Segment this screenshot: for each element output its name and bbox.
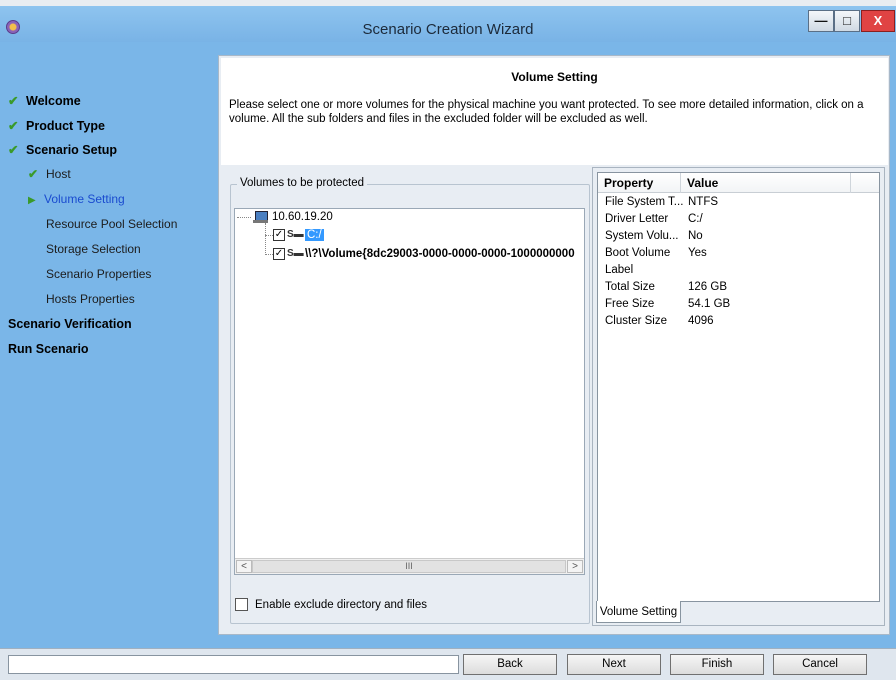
column-header-property[interactable]: Property xyxy=(598,173,681,193)
cancel-button[interactable]: Cancel xyxy=(773,654,867,675)
wizard-window: Scenario Creation Wizard — □ X ✔ Welcome … xyxy=(0,0,896,680)
title-bar: Scenario Creation Wizard — □ X xyxy=(0,6,896,42)
column-header-value[interactable]: Value xyxy=(681,173,851,193)
volume-checkbox[interactable]: ✓ xyxy=(273,248,285,260)
step-host: ✔ Host xyxy=(28,167,71,181)
volumes-groupbox: Volumes to be protected 10.60.19.20 ✓ S▬… xyxy=(230,177,590,624)
page-title: Volume Setting xyxy=(511,70,598,84)
page-description: Please select one or more volumes for th… xyxy=(229,99,864,125)
property-row[interactable]: Driver Letter C:/ xyxy=(598,211,879,228)
tree-volume-node[interactable]: ✓ S▬ \\?\Volume{8dc29003-0000-0000-0000-… xyxy=(273,248,575,260)
property-row[interactable]: Free Size 54.1 GB xyxy=(598,296,879,313)
checkmark-icon: ✔ xyxy=(8,143,19,157)
status-field xyxy=(8,655,459,674)
scrollbar-thumb[interactable]: III xyxy=(252,560,566,573)
step-resource-pool-selection: Resource Pool Selection xyxy=(46,217,178,231)
next-button[interactable]: Next xyxy=(567,654,661,675)
properties-panel: Property Value File System T... NTFS Dri… xyxy=(592,167,885,626)
step-storage-selection: Storage Selection xyxy=(46,242,141,256)
volume-icon: S▬ xyxy=(287,229,304,240)
tab-volume-setting[interactable]: Volume Setting xyxy=(596,601,681,623)
volume-checkbox[interactable]: ✓ xyxy=(273,229,285,241)
step-scenario-setup: ✔ Scenario Setup xyxy=(8,143,117,157)
property-row[interactable]: Cluster Size 4096 xyxy=(598,313,879,330)
wizard-footer: Back Next Finish Cancel xyxy=(0,648,896,680)
minimize-button[interactable]: — xyxy=(808,10,834,32)
computer-icon xyxy=(253,211,269,223)
step-welcome: ✔ Welcome xyxy=(8,94,81,108)
step-hosts-properties: Hosts Properties xyxy=(46,292,135,306)
step-volume-setting: ▶ Volume Setting xyxy=(28,192,125,206)
step-scenario-properties: Scenario Properties xyxy=(46,267,152,281)
step-product-type: ✔ Product Type xyxy=(8,119,105,133)
close-button[interactable]: X xyxy=(861,10,895,32)
scroll-right-arrow-icon[interactable]: > xyxy=(567,560,583,573)
back-button[interactable]: Back xyxy=(463,654,557,675)
exclude-checkbox[interactable] xyxy=(235,598,248,611)
property-row[interactable]: File System T... NTFS xyxy=(598,194,879,211)
wizard-content-panel: Volume Setting Please select one or more… xyxy=(218,55,890,635)
property-row[interactable]: Label xyxy=(598,262,879,279)
wizard-steps-sidebar: ✔ Welcome ✔ Product Type ✔ Scenario Setup ✔… xyxy=(8,55,218,635)
exclude-option[interactable]: Enable exclude directory and files xyxy=(235,598,427,611)
finish-button[interactable]: Finish xyxy=(670,654,764,675)
property-row[interactable]: Total Size 126 GB xyxy=(598,279,879,296)
property-row[interactable]: System Volu... No xyxy=(598,228,879,245)
tree-connector xyxy=(265,223,266,255)
tree-connector xyxy=(265,235,273,236)
tree-host-node[interactable]: 10.60.19.20 xyxy=(253,211,333,223)
checkmark-icon: ✔ xyxy=(8,119,19,133)
properties-header: Property Value xyxy=(598,173,879,193)
page-header: Volume Setting Please select one or more… xyxy=(221,58,888,165)
volume-label: C:/ xyxy=(305,229,324,241)
volumes-tree[interactable]: 10.60.19.20 ✓ S▬ C:/ ✓ S▬ \\?\Volume{8dc… xyxy=(234,208,585,575)
maximize-button[interactable]: □ xyxy=(834,10,860,32)
checkmark-icon: ✔ xyxy=(28,167,39,181)
property-row[interactable]: Boot Volume Yes xyxy=(598,245,879,262)
volume-icon: S▬ xyxy=(287,248,304,259)
tree-connector xyxy=(265,254,273,255)
volumes-group-label: Volumes to be protected xyxy=(237,177,368,189)
window-title: Scenario Creation Wizard xyxy=(362,21,534,38)
tree-horizontal-scrollbar[interactable]: < III > xyxy=(235,558,584,574)
tree-volume-node[interactable]: ✓ S▬ C:/ xyxy=(273,229,324,241)
step-run-scenario: Run Scenario xyxy=(8,342,89,356)
tree-connector xyxy=(237,217,251,218)
exclude-label: Enable exclude directory and files xyxy=(255,598,427,611)
checkmark-icon: ✔ xyxy=(8,94,19,108)
properties-list[interactable]: Property Value File System T... NTFS Dri… xyxy=(597,172,880,602)
current-step-arrow-icon: ▶ xyxy=(28,195,36,206)
step-scenario-verification: Scenario Verification xyxy=(8,317,132,331)
scroll-left-arrow-icon[interactable]: < xyxy=(236,560,252,573)
volume-label: \\?\Volume{8dc29003-0000-0000-0000-10000… xyxy=(305,248,575,260)
